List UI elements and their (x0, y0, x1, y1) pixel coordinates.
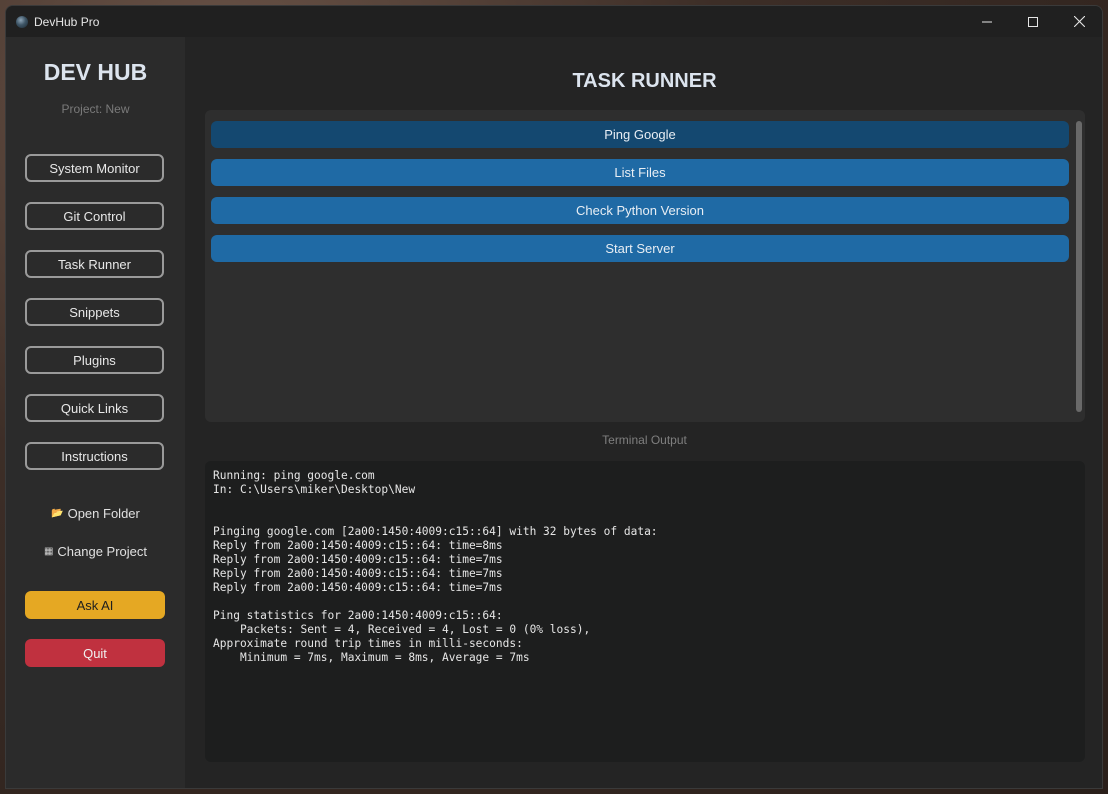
change-project-label: Change Project (57, 544, 148, 559)
terminal-label: Terminal Output (602, 433, 687, 447)
start-server-button[interactable]: Start Server (211, 235, 1069, 262)
open-folder-label: Open Folder (67, 506, 140, 521)
project-label: Project: New (61, 102, 130, 116)
open-folder-button[interactable]: 📂 Open Folder (6, 506, 185, 521)
snippets-button[interactable]: Snippets (25, 298, 164, 326)
task-runner-button[interactable]: Task Runner (25, 250, 164, 278)
terminal-text: Running: ping google.com In: C:\Users\mi… (213, 469, 658, 664)
system-monitor-button[interactable]: System Monitor (25, 154, 164, 182)
task-list-scrollbar[interactable] (1076, 121, 1082, 412)
minimize-button[interactable] (964, 6, 1010, 37)
app-icon (16, 15, 28, 28)
window-title: DevHub Pro (34, 14, 100, 29)
sidebar: DEV HUB Project: New System Monitor Git … (6, 37, 185, 788)
list-files-button[interactable]: List Files (211, 159, 1069, 186)
app-window: DevHub Pro DEV HUB Project: New System M… (5, 5, 1103, 789)
git-control-button[interactable]: Git Control (25, 202, 164, 230)
window-controls (964, 6, 1102, 37)
page-title: TASK RUNNER (572, 70, 717, 92)
minimize-icon (982, 21, 992, 22)
close-icon (1073, 16, 1085, 27)
maximize-icon (1028, 16, 1038, 27)
plugins-button[interactable]: Plugins (25, 346, 164, 374)
brand-title: DEV HUB (43, 59, 148, 85)
maximize-button[interactable] (1010, 6, 1056, 37)
quick-links-button[interactable]: Quick Links (25, 394, 164, 422)
quit-button[interactable]: Quit (25, 639, 165, 667)
ask-ai-button[interactable]: Ask AI (25, 591, 165, 619)
title-bar[interactable]: DevHub Pro (6, 6, 1102, 37)
close-button[interactable] (1056, 6, 1102, 37)
change-project-button[interactable]: ▦ Change Project (6, 544, 185, 559)
ping-google-button[interactable]: Ping Google (211, 121, 1069, 148)
terminal-output[interactable]: Running: ping google.com In: C:\Users\mi… (205, 461, 1085, 762)
task-list-panel: Ping Google List Files Check Python Vers… (205, 110, 1085, 422)
check-python-version-button[interactable]: Check Python Version (211, 197, 1069, 224)
switch-project-icon: ▦ (43, 546, 54, 557)
folder-icon: 📂 (51, 508, 64, 519)
instructions-button[interactable]: Instructions (25, 442, 164, 470)
